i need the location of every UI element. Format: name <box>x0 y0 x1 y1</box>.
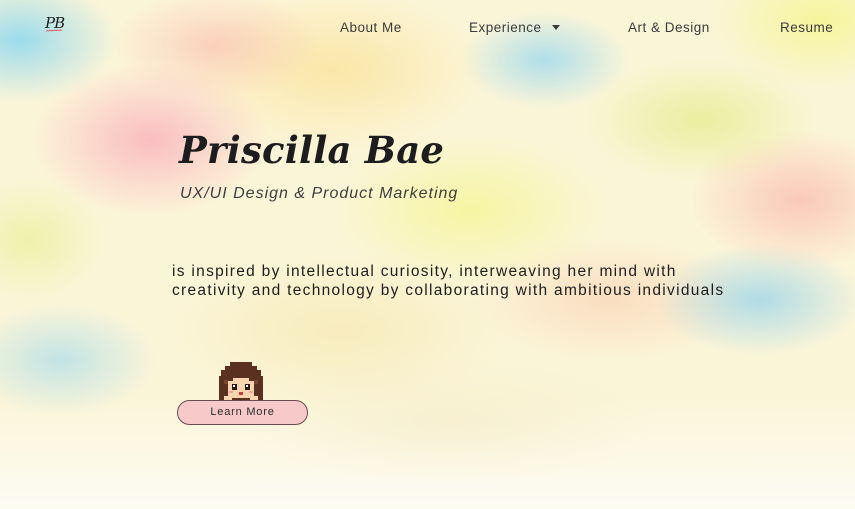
hero-name: Priscilla Bae <box>179 128 445 172</box>
nav-link-experience-label: Experience <box>469 20 542 35</box>
top-navigation: About Me Experience Art & Design Resume <box>0 20 855 40</box>
caret-down-icon <box>551 24 560 30</box>
hero-tagline: is inspired by intellectual curiosity, i… <box>172 263 725 299</box>
hero-subtitle: UX/UI Design & Product Marketing <box>180 185 459 202</box>
nav-link-resume[interactable]: Resume <box>780 20 833 36</box>
nav-link-art-design[interactable]: Art & Design <box>628 20 710 36</box>
watercolor-background <box>0 0 855 509</box>
nav-link-experience[interactable]: Experience <box>469 20 560 36</box>
nav-link-about-me[interactable]: About Me <box>340 20 402 36</box>
learn-more-button[interactable]: Learn More <box>177 400 308 425</box>
